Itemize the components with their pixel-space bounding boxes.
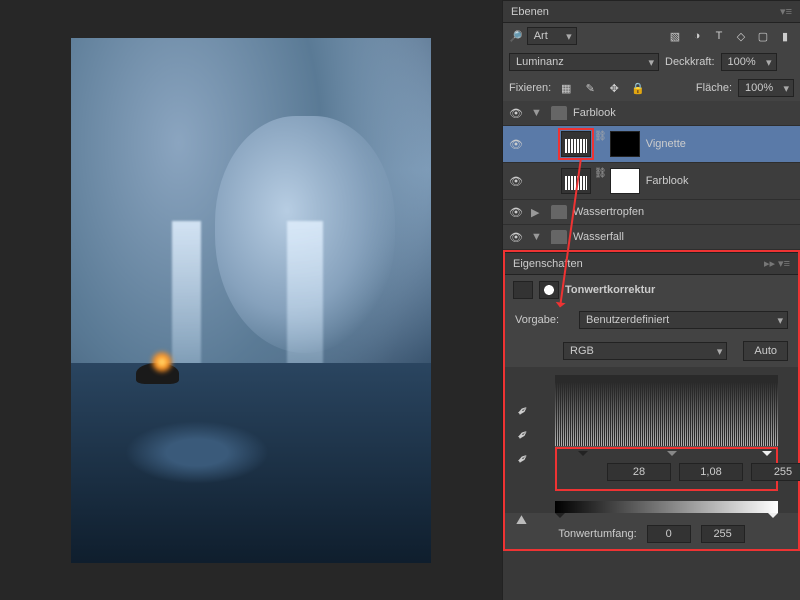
output-black-slider[interactable] bbox=[555, 513, 565, 523]
levels-handle-icon: ⛰ bbox=[516, 512, 527, 528]
levels-icon bbox=[513, 281, 533, 299]
lock-pixels-icon[interactable]: ▦ bbox=[557, 80, 575, 96]
gray-eyedropper-icon[interactable]: ✒ bbox=[513, 419, 539, 444]
waterfall-render bbox=[172, 221, 201, 379]
visibility-toggle-icon[interactable]: 👁 bbox=[507, 206, 525, 219]
adjustment-title-row: Tonwertkorrektur bbox=[505, 275, 798, 305]
layer-group-wasserfall[interactable]: 👁 ▼ Wasserfall bbox=[503, 225, 800, 250]
opacity-label: Deckkraft: bbox=[665, 56, 715, 68]
folder-icon bbox=[551, 230, 567, 244]
output-white-slider[interactable] bbox=[768, 513, 778, 523]
lantern-light bbox=[150, 350, 174, 374]
layer-filter-row: 🔎 Art ▧ ◑ T ◇ ▢ ▮ bbox=[503, 23, 800, 49]
filter-toggle-icon[interactable]: ▮ bbox=[776, 28, 794, 44]
folder-icon bbox=[551, 106, 567, 120]
disclosure-icon[interactable]: ▼ bbox=[531, 231, 541, 243]
layer-mask-thumb[interactable] bbox=[610, 168, 640, 194]
opacity-input[interactable]: 100% bbox=[721, 53, 777, 71]
black-eyedropper-icon[interactable]: ✒ bbox=[513, 395, 539, 420]
layers-panel-title: Ebenen bbox=[511, 6, 549, 18]
preset-row: Vorgabe: Benutzerdefiniert bbox=[505, 305, 798, 335]
eyedropper-tools: ✒ ✒ ✒ bbox=[516, 400, 536, 464]
disclosure-icon[interactable]: ▼ bbox=[531, 107, 541, 119]
lock-all-icon[interactable]: 🔒 bbox=[629, 80, 647, 96]
disclosure-icon[interactable]: ▶ bbox=[531, 206, 541, 219]
blend-mode-dropdown[interactable]: Luminanz bbox=[509, 53, 659, 71]
layer-name: Wassertropfen bbox=[573, 206, 644, 218]
filter-image-icon[interactable]: ▧ bbox=[666, 28, 684, 44]
panel-menu-icon[interactable]: ▸▸ ▾≡ bbox=[764, 257, 790, 270]
visibility-toggle-icon[interactable]: 👁 bbox=[507, 138, 525, 151]
document-canvas[interactable] bbox=[71, 38, 431, 563]
layer-list: 👁 ▼ Farblook 👁 ⛓ Vignette 👁 bbox=[503, 101, 800, 250]
output-black-input[interactable] bbox=[647, 525, 691, 543]
histogram bbox=[555, 375, 778, 447]
white-point-slider[interactable] bbox=[762, 451, 772, 461]
layer-mask-thumb[interactable] bbox=[610, 131, 640, 157]
layers-panel-header[interactable]: Ebenen ▾≡ bbox=[503, 0, 800, 23]
midtone-input[interactable] bbox=[679, 463, 743, 481]
preset-dropdown[interactable]: Benutzerdefiniert bbox=[579, 311, 788, 329]
visibility-toggle-icon[interactable]: 👁 bbox=[507, 175, 525, 188]
visibility-toggle-icon[interactable]: 👁 bbox=[507, 231, 525, 244]
layer-name: Wasserfall bbox=[573, 231, 624, 243]
fill-input[interactable]: 100% bbox=[738, 79, 794, 97]
layer-group-farblook[interactable]: 👁 ▼ Farblook bbox=[503, 101, 800, 126]
link-mask-icon[interactable]: ⛓ bbox=[594, 168, 607, 194]
black-point-slider[interactable] bbox=[578, 451, 588, 461]
filter-adjust-icon[interactable]: ◑ bbox=[688, 28, 706, 44]
channel-row: RGB Auto bbox=[505, 335, 798, 367]
filter-type-dropdown[interactable]: Art bbox=[527, 27, 577, 45]
layer-group-wassertropfen[interactable]: 👁 ▶ Wassertropfen bbox=[503, 200, 800, 225]
lock-brush-icon[interactable]: ✎ bbox=[581, 80, 599, 96]
canvas-area bbox=[0, 0, 502, 600]
levels-adjustment-thumb[interactable] bbox=[561, 131, 591, 157]
preset-label: Vorgabe: bbox=[515, 314, 571, 326]
filter-shape-icon[interactable]: ◇ bbox=[732, 28, 750, 44]
auto-button[interactable]: Auto bbox=[743, 341, 788, 361]
layer-vignette[interactable]: 👁 ⛓ Vignette bbox=[503, 126, 800, 163]
input-slider-track[interactable] bbox=[561, 451, 772, 459]
filter-search-icon: 🔎 bbox=[509, 30, 523, 43]
filter-smart-icon[interactable]: ▢ bbox=[754, 28, 772, 44]
blend-mode-row: Luminanz Deckkraft: 100% bbox=[503, 49, 800, 75]
properties-panel-title: Eigenschaften bbox=[513, 258, 583, 270]
mask-icon[interactable] bbox=[539, 281, 559, 299]
filter-text-icon[interactable]: T bbox=[710, 28, 728, 44]
histogram-bars bbox=[555, 375, 778, 446]
lock-label: Fixieren: bbox=[509, 82, 551, 94]
midtone-slider[interactable] bbox=[667, 451, 677, 461]
visibility-toggle-icon[interactable]: 👁 bbox=[507, 107, 525, 120]
layer-name: Farblook bbox=[573, 107, 616, 119]
properties-panel-header[interactable]: Eigenschaften ▸▸ ▾≡ bbox=[505, 252, 798, 275]
layer-farblook-adj[interactable]: 👁 ⛓ Farblook bbox=[503, 163, 800, 200]
lock-position-icon[interactable]: ✥ bbox=[605, 80, 623, 96]
output-range-row: Tonwertumfang: bbox=[505, 513, 798, 549]
link-mask-icon[interactable]: ⛓ bbox=[594, 131, 607, 157]
white-point-input[interactable] bbox=[751, 463, 800, 481]
output-gradient[interactable] bbox=[555, 501, 778, 513]
output-white-input[interactable] bbox=[701, 525, 745, 543]
channel-dropdown[interactable]: RGB bbox=[563, 342, 727, 360]
fill-label: Fläche: bbox=[696, 82, 732, 94]
panels-column: Ebenen ▾≡ 🔎 Art ▧ ◑ T ◇ ▢ ▮ Luminanz Dec… bbox=[502, 0, 800, 600]
panel-menu-icon[interactable]: ▾≡ bbox=[780, 5, 792, 18]
lock-row: Fixieren: ▦ ✎ ✥ 🔒 Fläche: 100% bbox=[503, 75, 800, 101]
black-point-input[interactable] bbox=[607, 463, 671, 481]
folder-icon bbox=[551, 205, 567, 219]
layers-panel: Ebenen ▾≡ 🔎 Art ▧ ◑ T ◇ ▢ ▮ Luminanz Dec… bbox=[503, 0, 800, 251]
input-levels-sliders bbox=[555, 447, 778, 491]
adjustment-name: Tonwertkorrektur bbox=[565, 284, 655, 296]
properties-panel: Eigenschaften ▸▸ ▾≡ Tonwertkorrektur Vor… bbox=[503, 250, 800, 551]
output-label: Tonwertumfang: bbox=[558, 528, 636, 540]
layer-name: Farblook bbox=[646, 175, 689, 187]
waterfall-render bbox=[287, 221, 323, 379]
wave-render bbox=[125, 421, 269, 484]
layer-name: Vignette bbox=[646, 138, 686, 150]
